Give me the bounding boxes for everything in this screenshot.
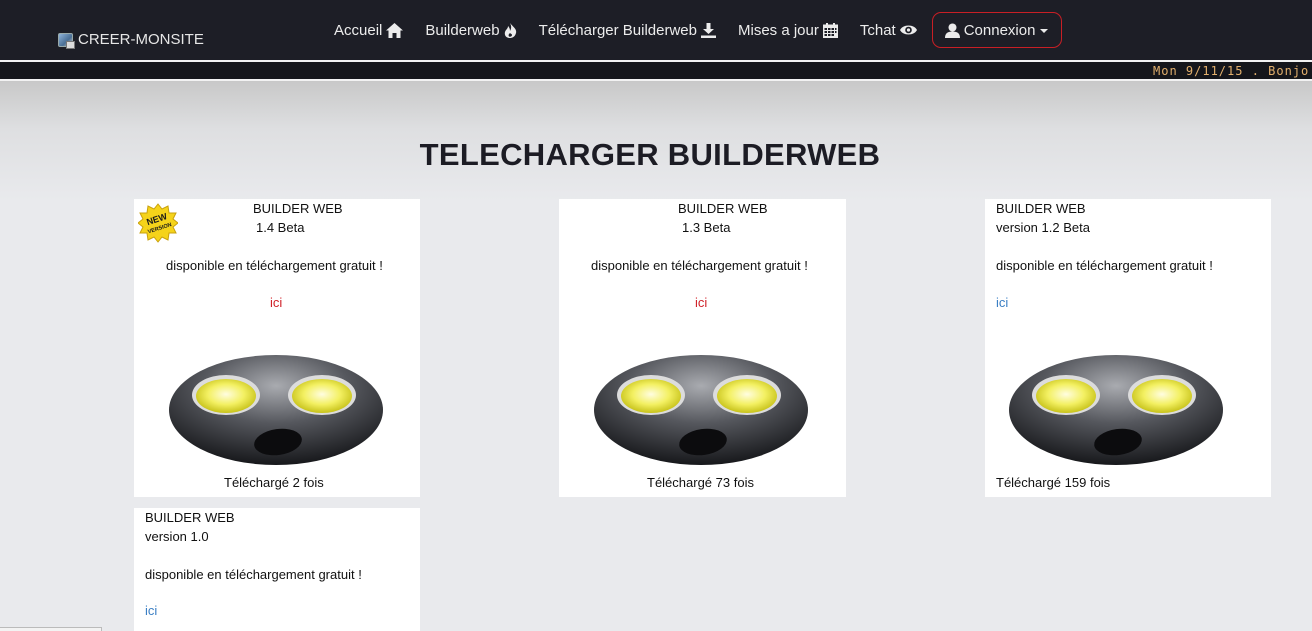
- builderweb-logo-icon: [1009, 355, 1223, 465]
- download-card: BUILDER WEB 1.3 Beta disponible en téléc…: [559, 199, 846, 497]
- card-product-name: BUILDER WEB: [996, 201, 1086, 216]
- download-card: NEW VERSION BUILDER WEB 1.4 Beta disponi…: [134, 199, 420, 497]
- nav-mises-a-jour-label: Mises a jour: [738, 21, 819, 39]
- download-card: BUILDER WEB version 1.2 Beta disponible …: [985, 199, 1271, 497]
- download-card: BUILDER WEB version 1.0 disponible en té…: [134, 508, 420, 631]
- card-product-name: BUILDER WEB: [145, 510, 235, 525]
- nav-builderweb[interactable]: Builderweb: [414, 12, 527, 48]
- card-description: disponible en téléchargement gratuit !: [996, 258, 1213, 273]
- card-product-name: BUILDER WEB: [253, 201, 343, 216]
- nav-telecharger[interactable]: Télécharger Builderweb: [528, 12, 727, 48]
- nav-tchat-label: Tchat: [859, 21, 896, 39]
- nav-mises-a-jour[interactable]: Mises a jour: [727, 12, 849, 48]
- new-version-badge-icon: NEW VERSION: [137, 203, 179, 246]
- nav-tchat[interactable]: Tchat: [849, 12, 928, 48]
- card-description: disponible en téléchargement gratuit !: [145, 567, 362, 582]
- download-count: Téléchargé 159 fois: [996, 475, 1111, 490]
- builderweb-logo-icon: [594, 355, 808, 465]
- brand[interactable]: CREER-MONSITE: [58, 31, 204, 49]
- download-link[interactable]: ici: [695, 295, 707, 310]
- top-navbar: CREER-MONSITE Accueil Builderweb Télécha…: [0, 0, 1312, 60]
- user-icon: [944, 23, 960, 38]
- builderweb-logo-icon: [169, 355, 383, 465]
- page-title: TELECHARGER BUILDERWEB: [419, 137, 881, 172]
- download-count: Téléchargé 2 fois: [224, 475, 324, 490]
- download-icon: [701, 22, 716, 38]
- login-label: Connexion: [963, 21, 1036, 39]
- card-product-name: BUILDER WEB: [678, 201, 768, 216]
- eye-icon: [899, 24, 917, 36]
- card-version: version 1.0: [145, 529, 209, 544]
- download-count: Téléchargé 73 fois: [647, 475, 754, 490]
- nav-accueil[interactable]: Accueil: [323, 12, 414, 48]
- brand-label: CREER-MONSITE: [78, 31, 204, 48]
- card-version: version 1.2 Beta: [996, 220, 1090, 235]
- bottom-tab-edge: [0, 627, 102, 631]
- caret-down-icon: [1040, 29, 1049, 33]
- home-icon: [386, 22, 404, 38]
- card-version: 1.3 Beta: [682, 220, 731, 235]
- card-description: disponible en téléchargement gratuit !: [591, 258, 808, 273]
- ticker-bar: Mon 9/11/15 . Bonjo: [0, 60, 1312, 81]
- nav-telecharger-label: Télécharger Builderweb: [538, 21, 697, 39]
- login-dropdown[interactable]: Connexion: [931, 12, 1063, 48]
- ticker-text: Mon 9/11/15 . Bonjo: [1153, 64, 1310, 78]
- nav-accueil-label: Accueil: [334, 21, 383, 39]
- computer-icon: [58, 32, 75, 49]
- download-link[interactable]: ici: [996, 295, 1008, 310]
- nav-builderweb-label: Builderweb: [425, 21, 500, 39]
- download-link[interactable]: ici: [270, 295, 282, 310]
- calendar-icon: [822, 22, 838, 38]
- card-version: 1.4 Beta: [256, 220, 305, 235]
- main-nav: Accueil Builderweb Télécharger Builderwe…: [323, 0, 1063, 60]
- card-description: disponible en téléchargement gratuit !: [166, 258, 383, 273]
- download-link[interactable]: ici: [145, 603, 157, 618]
- fire-icon: [504, 22, 517, 38]
